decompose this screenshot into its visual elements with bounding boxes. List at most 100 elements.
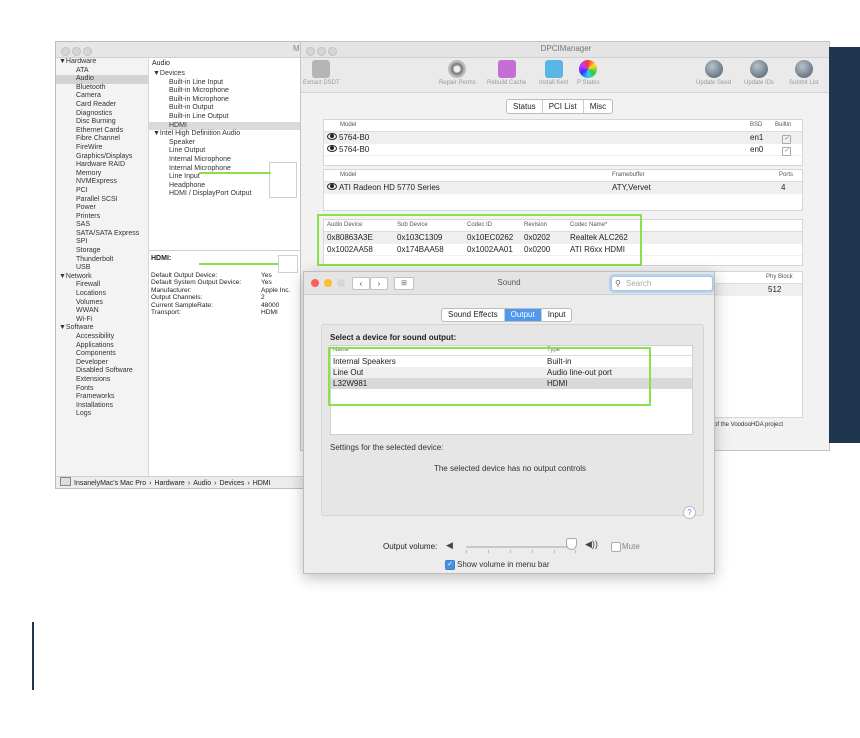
sidebar-item[interactable]: Developer bbox=[56, 359, 148, 368]
device-item[interactable]: Line Output bbox=[149, 147, 304, 156]
table-row[interactable]: ATI Radeon HD 5770 Series ATY,Vervet 4 bbox=[324, 182, 802, 194]
device-item[interactable]: Built-in Microphone bbox=[149, 87, 304, 96]
toolbar-label: Extract DSDT bbox=[303, 80, 340, 86]
tab-output[interactable]: Output bbox=[504, 309, 542, 321]
tab-input[interactable]: Input bbox=[542, 309, 572, 321]
toolbar-install-kext[interactable]: Install Kext bbox=[539, 60, 568, 86]
sidebar-item[interactable]: Extensions bbox=[56, 376, 148, 385]
sidebar-item[interactable]: Bluetooth bbox=[56, 84, 148, 93]
sidebar-item[interactable]: WWAN bbox=[56, 307, 148, 316]
breadcrumb-item[interactable]: InsanelyMac's Mac Pro bbox=[74, 480, 146, 487]
device-item[interactable]: Built-in Output bbox=[149, 104, 304, 113]
sidebar-item[interactable]: Graphics/Displays bbox=[56, 153, 148, 162]
device-item[interactable]: Built-in Line Input bbox=[149, 79, 304, 88]
sidebar-item[interactable]: Frameworks bbox=[56, 393, 148, 402]
sidebar-item[interactable]: Logs bbox=[56, 410, 148, 419]
sidebar-item[interactable]: ▼Software bbox=[56, 324, 148, 333]
tab-status[interactable]: Status bbox=[507, 100, 543, 113]
checkbox-builtin[interactable]: ✓ bbox=[782, 147, 791, 156]
cell-bsd: en0 bbox=[750, 145, 764, 154]
help-button[interactable]: ? bbox=[683, 506, 696, 519]
close-button[interactable] bbox=[311, 279, 319, 287]
volume-slider-knob[interactable] bbox=[565, 538, 577, 550]
sidebar-item[interactable]: Fibre Channel bbox=[56, 135, 148, 144]
sidebar-item[interactable]: Accessibility bbox=[56, 333, 148, 342]
breadcrumb-separator: › bbox=[149, 480, 152, 487]
device-item[interactable]: HDMI bbox=[149, 121, 304, 131]
device-item[interactable]: Built-in Microphone bbox=[149, 96, 304, 105]
zoom-button[interactable] bbox=[337, 279, 345, 287]
sidebar-item[interactable]: Firewall bbox=[56, 281, 148, 290]
dpci-toolbar: Extract DSDT Repair Perms Rebuild Cache Ins… bbox=[301, 58, 829, 93]
cell-model: 5764-B0 bbox=[339, 133, 370, 142]
table-row[interactable]: 5764-B0 en0 ✓ bbox=[324, 144, 802, 156]
breadcrumb-item[interactable]: HDMI bbox=[253, 480, 271, 487]
sidebar-item[interactable]: Volumes bbox=[56, 299, 148, 308]
sidebar-item[interactable]: Camera bbox=[56, 92, 148, 101]
sidebar-item[interactable]: Card Reader bbox=[56, 101, 148, 110]
toolbar-submit-list[interactable]: Submit List bbox=[789, 60, 819, 86]
tab-misc[interactable]: Misc bbox=[584, 100, 612, 113]
sidebar-item[interactable]: Printers bbox=[56, 213, 148, 222]
minimize-button[interactable] bbox=[72, 47, 81, 56]
sidebar-item[interactable]: Thunderbolt bbox=[56, 256, 148, 265]
show-all-grid-icon[interactable]: ⊞ bbox=[394, 277, 414, 290]
mute-checkbox[interactable] bbox=[611, 542, 621, 552]
device-item[interactable]: ▼Devices bbox=[149, 70, 304, 79]
sidebar-item[interactable]: Disc Burning bbox=[56, 118, 148, 127]
device-item[interactable]: Built-in Line Output bbox=[149, 113, 304, 122]
breadcrumb-item[interactable]: Audio bbox=[193, 480, 211, 487]
toolbar-p-states[interactable]: P States bbox=[577, 60, 600, 86]
breadcrumb-item[interactable]: Devices bbox=[219, 480, 244, 487]
sidebar-item[interactable]: ▼Hardware bbox=[56, 58, 148, 67]
toolbar-update-seed[interactable]: Update Seed bbox=[696, 60, 731, 86]
sidebar-item[interactable]: Fonts bbox=[56, 385, 148, 394]
toolbar-repair-perms[interactable]: Repair Perms bbox=[439, 60, 476, 86]
toolbar-rebuild-cache[interactable]: Rebuild Cache bbox=[487, 60, 526, 86]
sidebar-item[interactable]: Applications bbox=[56, 342, 148, 351]
show-volume-checkbox[interactable]: ✓ bbox=[445, 560, 455, 570]
back-button[interactable]: ‹ bbox=[352, 277, 370, 290]
zoom-button[interactable] bbox=[83, 47, 92, 56]
minimize-button[interactable] bbox=[324, 279, 332, 287]
device-item[interactable]: Speaker bbox=[149, 139, 304, 148]
column-phy-block: Phy Block bbox=[766, 274, 793, 280]
toolbar-extract-dsdt[interactable]: Extract DSDT bbox=[303, 60, 340, 86]
sidebar-item[interactable]: Installations bbox=[56, 402, 148, 411]
sidebar-item[interactable]: NVMExpress bbox=[56, 178, 148, 187]
tab-pci-list[interactable]: PCI List bbox=[543, 100, 584, 113]
sidebar-item[interactable]: Hardware RAID bbox=[56, 161, 148, 170]
search-input[interactable]: ⚲ Search bbox=[611, 276, 713, 291]
sidebar-item[interactable]: FireWire bbox=[56, 144, 148, 153]
sidebar-item[interactable]: Components bbox=[56, 350, 148, 359]
volume-slider[interactable] bbox=[466, 546, 576, 553]
sidebar-item[interactable]: Storage bbox=[56, 247, 148, 256]
sidebar-item[interactable]: SATA/SATA Express bbox=[56, 230, 148, 239]
sidebar-item[interactable]: PCI bbox=[56, 187, 148, 196]
wheel-icon bbox=[579, 60, 598, 78]
sidebar-item[interactable]: Locations bbox=[56, 290, 148, 299]
sidebar-item[interactable]: Audio bbox=[56, 75, 148, 84]
close-button[interactable] bbox=[61, 47, 70, 56]
sidebar-item[interactable]: Ethernet Cards bbox=[56, 127, 148, 136]
sidebar-item[interactable]: Power bbox=[56, 204, 148, 213]
toolbar-update-ids[interactable]: Update IDs bbox=[744, 60, 774, 86]
sidebar-item[interactable]: SPI bbox=[56, 238, 148, 247]
sidebar-item[interactable]: SAS bbox=[56, 221, 148, 230]
sidebar-item[interactable]: ▼Network bbox=[56, 273, 148, 282]
sidebar-item[interactable]: ATA bbox=[56, 67, 148, 76]
sidebar-item[interactable]: Wi-Fi bbox=[56, 316, 148, 325]
sidebar-item[interactable]: Parallel SCSI bbox=[56, 196, 148, 205]
sidebar-item[interactable]: USB bbox=[56, 264, 148, 273]
table-row[interactable]: 5764-B0 en1 ✓ bbox=[324, 132, 802, 144]
breadcrumb-item[interactable]: Hardware bbox=[154, 480, 184, 487]
forward-button[interactable]: › bbox=[370, 277, 388, 290]
sidebar-item[interactable]: Diagnostics bbox=[56, 110, 148, 119]
device-item[interactable]: ▼Intel High Definition Audio bbox=[149, 130, 304, 139]
sidebar-item[interactable]: Memory bbox=[56, 170, 148, 179]
sidebar-item[interactable]: Disabled Software bbox=[56, 367, 148, 376]
tab-sound-effects[interactable]: Sound Effects bbox=[442, 309, 505, 321]
checkbox-builtin[interactable]: ✓ bbox=[782, 135, 791, 144]
cell-bsd: en1 bbox=[750, 133, 764, 142]
speaker-high-icon: ◀)) bbox=[585, 539, 598, 549]
